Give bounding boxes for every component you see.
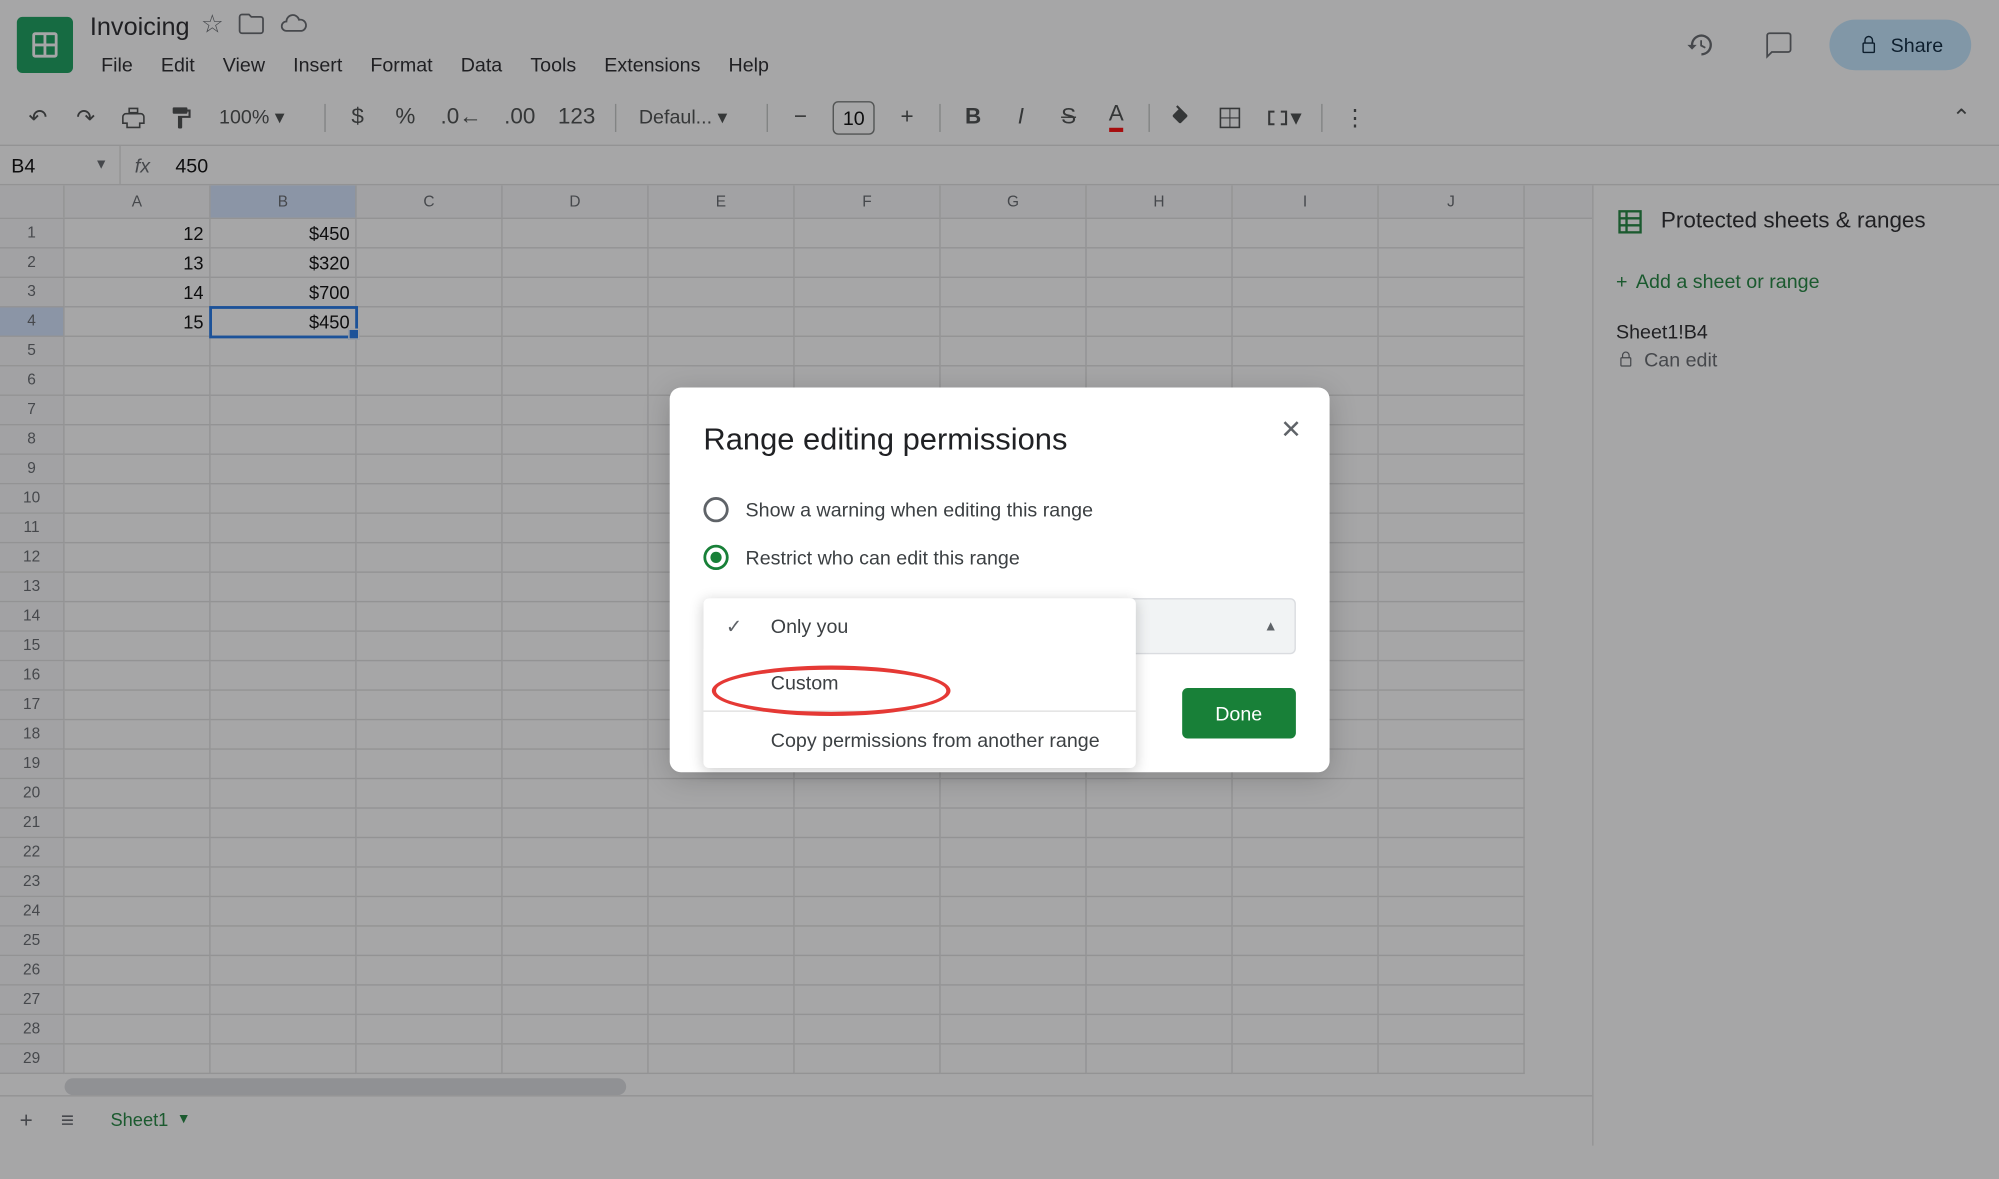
- chevron-up-icon: ▲: [1264, 618, 1278, 633]
- range-permissions-dialog: Range editing permissions ✕ Show a warni…: [670, 388, 1330, 773]
- modal-overlay: Range editing permissions ✕ Show a warni…: [0, 0, 1999, 1179]
- dropdown-item-copy[interactable]: Copy permissions from another range: [703, 712, 1135, 768]
- close-button[interactable]: ✕: [1280, 416, 1301, 445]
- dropdown-item-only-you[interactable]: Only you: [703, 598, 1135, 654]
- dropdown-item-custom[interactable]: Custom: [703, 654, 1135, 710]
- radio-restrict[interactable]: Restrict who can edit this range: [703, 534, 1295, 582]
- dialog-title: Range editing permissions: [703, 421, 1295, 458]
- radio-icon: [703, 545, 728, 570]
- radio-icon: [703, 497, 728, 522]
- done-button[interactable]: Done: [1182, 688, 1296, 739]
- permission-dropdown-menu: Only you Custom Copy permissions from an…: [703, 598, 1135, 768]
- radio-show-warning[interactable]: Show a warning when editing this range: [703, 486, 1295, 534]
